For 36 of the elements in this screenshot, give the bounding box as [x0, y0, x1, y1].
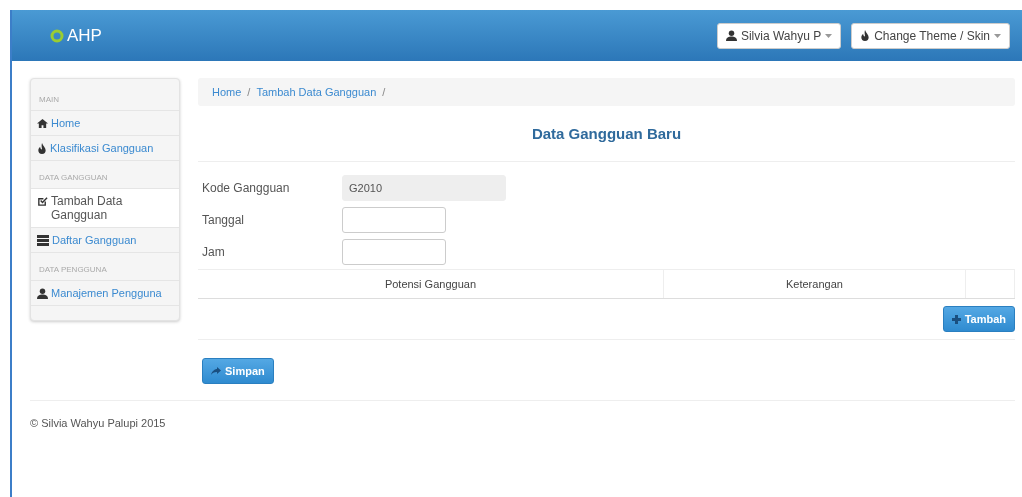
add-button[interactable]: Tambah: [942, 306, 1015, 332]
sidebar-item[interactable]: Manajemen Pengguna: [31, 281, 179, 306]
send-icon: [211, 367, 221, 375]
sidebar-item[interactable]: Tambah Data Gangguan: [31, 189, 179, 228]
caret-icon: [994, 33, 1001, 38]
user-icon: [725, 30, 737, 41]
breadcrumb-link[interactable]: Tambah Data Gangguan: [256, 86, 377, 98]
check-icon: [37, 196, 48, 207]
breadcrumb-separator: /: [247, 86, 251, 98]
field-label: Jam: [202, 245, 226, 259]
column-header: Potensi Gangguan: [198, 269, 664, 299]
theme-menu-button[interactable]: Change Theme / Skin: [851, 22, 1010, 49]
logo-icon: [50, 28, 64, 43]
breadcrumb-link[interactable]: Home: [212, 86, 242, 98]
plus-icon: [951, 314, 961, 324]
field-label: Kode Gangguan: [202, 181, 291, 195]
brand-name[interactable]: AHP: [67, 25, 102, 46]
sidebar-item[interactable]: Home: [31, 111, 179, 136]
column-header: Keterangan: [663, 269, 966, 299]
form-title: Data Gangguan Baru: [198, 106, 1015, 162]
breadcrumb-separator: /: [382, 86, 386, 98]
copyright-text: © Silvia Wahyu Palupi 2015: [30, 417, 166, 429]
fire-icon: [37, 143, 47, 154]
text-field[interactable]: [342, 207, 446, 233]
save-button[interactable]: Simpan: [202, 358, 274, 384]
list-icon: [37, 235, 49, 246]
sidebar-section-title: MAIN: [31, 83, 179, 111]
text-field[interactable]: [342, 239, 446, 265]
user-menu-button[interactable]: Silvia Wahyu P: [716, 22, 842, 49]
caret-icon: [825, 33, 833, 38]
field-label: Tanggal: [202, 213, 246, 227]
user-icon: [37, 288, 48, 299]
home-icon: [37, 118, 48, 129]
sidebar-section-title: DATA PENGGUNA: [31, 253, 179, 281]
sidebar-item[interactable]: Klasifikasi Gangguan: [31, 136, 179, 161]
sidebar-item[interactable]: Daftar Gangguan: [31, 228, 179, 253]
